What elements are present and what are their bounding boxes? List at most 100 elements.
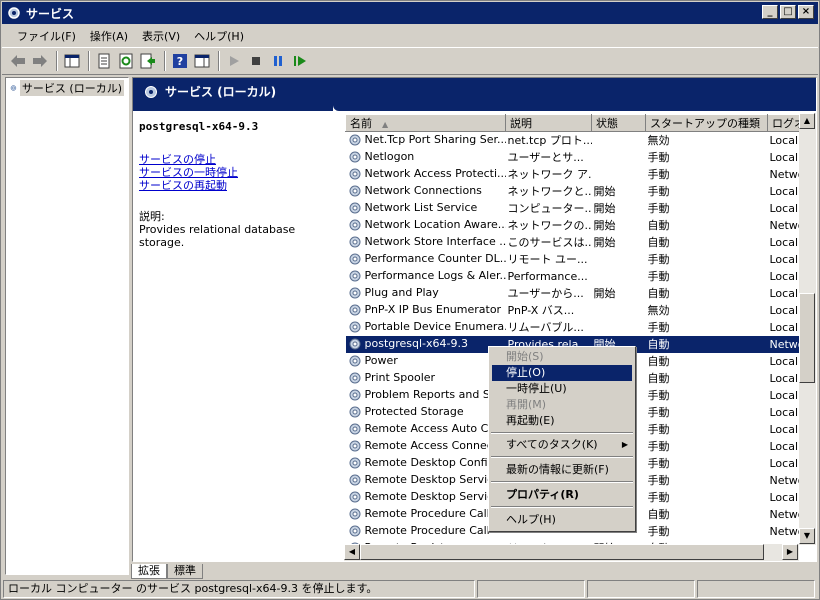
- cell-logon-text: Local: [769, 201, 799, 215]
- help-icon[interactable]: ?: [170, 51, 190, 71]
- cell-startup-type: 手動: [646, 421, 768, 438]
- service-info-panel: postgresql-x64-9.3 サービスの停止 サービスの一時停止 サービ…: [139, 120, 337, 249]
- cell-name: Network Access Protecti...: [346, 166, 506, 183]
- restart-service-link[interactable]: サービスの再起動: [139, 179, 337, 192]
- scroll-thumb[interactable]: [799, 293, 815, 383]
- stop-service-link[interactable]: サービスの停止: [139, 153, 337, 166]
- service-gear-icon: [349, 219, 360, 231]
- cell-name: Performance Counter DL...: [346, 251, 506, 268]
- menu-file[interactable]: ファイル(F): [10, 28, 83, 44]
- tab-extended[interactable]: 拡張: [131, 564, 167, 579]
- cell-logon-text: Local: [769, 439, 799, 453]
- ctx-start[interactable]: 開始(S): [492, 349, 632, 365]
- cell-description: ネットワーク ア...: [506, 166, 592, 183]
- cell-logon-text: Local: [769, 252, 799, 266]
- forward-arrow-icon[interactable]: [30, 51, 50, 71]
- table-row[interactable]: Performance Counter DL... リモート ユー... 手動 Loc…: [346, 251, 816, 268]
- back-arrow-icon[interactable]: [8, 51, 28, 71]
- ctx-restart[interactable]: 再起動(E): [492, 413, 632, 429]
- column-header-name[interactable]: 名前 ▲: [345, 114, 506, 132]
- menu-action[interactable]: 操作(A): [83, 28, 135, 44]
- table-row[interactable]: Netlogon ユーザーとサ... 手動 Local: [346, 149, 816, 166]
- cell-name: Plug and Play: [346, 285, 506, 302]
- menu-separator: [491, 481, 633, 483]
- menu-help[interactable]: ヘルプ(H): [187, 28, 251, 44]
- restart-service-icon[interactable]: [290, 51, 310, 71]
- maximize-button[interactable]: □: [780, 5, 796, 19]
- export-list-icon[interactable]: [138, 51, 158, 71]
- scroll-right-arrow-icon[interactable]: ▶: [782, 544, 798, 560]
- cell-name-text: Power: [364, 354, 398, 367]
- submenu-arrow-icon: ▶: [621, 440, 628, 449]
- horizontal-scrollbar[interactable]: ◀ ▶: [344, 544, 799, 561]
- menu-view[interactable]: 表示(V): [135, 28, 187, 44]
- scroll-thumb[interactable]: [360, 544, 764, 560]
- cell-description: リモート ユー...: [506, 251, 592, 268]
- console-tree-icon[interactable]: [62, 51, 82, 71]
- ctx-properties[interactable]: プロパティ(R): [492, 487, 632, 503]
- ctx-refresh[interactable]: 最新の情報に更新(F): [492, 462, 632, 478]
- cell-startup-type-text: 手動: [647, 423, 670, 436]
- cell-startup-type-text: 手動: [647, 406, 670, 419]
- details-header: サービス (ローカル): [133, 78, 816, 105]
- console-tree: サービス (ローカル): [5, 77, 129, 575]
- cell-name-text: Performance Counter DL...: [364, 252, 506, 265]
- scroll-down-arrow-icon[interactable]: ▼: [799, 528, 815, 544]
- table-row[interactable]: Network Access Protecti... ネットワーク ア... 手動 N…: [346, 166, 816, 183]
- cell-startup-type-text: 手動: [647, 270, 670, 283]
- tree-node-services-local[interactable]: サービス (ローカル): [6, 78, 128, 98]
- pause-service-icon[interactable]: [268, 51, 288, 71]
- context-menu: 開始(S) 停止(O) 一時停止(U) 再開(M) 再起動(E) すべてのタスク…: [488, 346, 636, 532]
- description-label: 説明:: [139, 210, 165, 223]
- pause-service-link[interactable]: サービスの一時停止: [139, 166, 337, 179]
- column-header-description[interactable]: 説明: [505, 114, 592, 132]
- menu-separator: [491, 506, 633, 508]
- ctx-help[interactable]: ヘルプ(H): [492, 512, 632, 528]
- service-gear-icon: [349, 423, 360, 435]
- close-button[interactable]: ×: [798, 5, 814, 19]
- ctx-all-tasks-label: すべてのタスク(K): [506, 438, 598, 451]
- properties-sheet-icon[interactable]: [94, 51, 114, 71]
- minimize-button[interactable]: _: [762, 5, 778, 19]
- cell-name-text: Remote Procedure Call: [364, 524, 490, 537]
- refresh-icon[interactable]: [116, 51, 136, 71]
- start-service-icon[interactable]: [224, 51, 244, 71]
- cell-name-text: Problem Reports and So: [364, 388, 497, 401]
- ctx-all-tasks[interactable]: すべてのタスク(K) ▶: [492, 437, 632, 453]
- cell-status: [592, 268, 646, 285]
- ctx-pause[interactable]: 一時停止(U): [492, 381, 632, 397]
- cell-description: コンピューター...: [506, 200, 592, 217]
- cell-startup-type-text: 手動: [647, 457, 670, 470]
- table-row[interactable]: Performance Logs & Aler... Performance...…: [346, 268, 816, 285]
- table-row[interactable]: Network Location Aware... ネットワークの... 開始 自動 N…: [346, 217, 816, 234]
- table-row[interactable]: PnP-X IP Bus Enumerator PnP-X バス... 無効 Loca…: [346, 302, 816, 319]
- table-row[interactable]: Network Store Interface ... このサービスは... 開始 自…: [346, 234, 816, 251]
- cell-name: Remote Procedure Call: [346, 506, 506, 523]
- cell-startup-type: 手動: [646, 166, 768, 183]
- table-row[interactable]: Network List Service コンピューター... 開始 手動 Local: [346, 200, 816, 217]
- table-row[interactable]: Net.Tcp Port Sharing Ser... net.tcp プロト..…: [346, 132, 816, 149]
- ctx-resume[interactable]: 再開(M): [492, 397, 632, 413]
- title-bar[interactable]: サービス _ □ ×: [2, 2, 818, 24]
- cell-name: Netlogon: [346, 149, 506, 166]
- cell-logon-text: Local: [769, 235, 799, 249]
- vertical-scrollbar[interactable]: ▲ ▼: [799, 113, 816, 545]
- column-header-startup-type[interactable]: スタートアップの種類: [645, 114, 768, 132]
- stop-service-icon[interactable]: [246, 51, 266, 71]
- tab-standard[interactable]: 標準: [167, 564, 203, 579]
- scroll-left-arrow-icon[interactable]: ◀: [344, 544, 360, 560]
- cell-logon-text: Local: [769, 184, 799, 198]
- scroll-up-arrow-icon[interactable]: ▲: [799, 113, 815, 129]
- column-header-status[interactable]: 状態: [591, 114, 646, 132]
- cell-description-text: ユーザーとサ...: [507, 151, 584, 164]
- service-gear-icon: [349, 236, 360, 248]
- table-row[interactable]: Portable Device Enumera... リムーバブル... 手動 Loc…: [346, 319, 816, 336]
- ctx-stop[interactable]: 停止(O): [492, 365, 632, 381]
- cell-name: Network Connections: [346, 183, 506, 200]
- table-row[interactable]: Plug and Play ユーザーから... 開始 自動 Local: [346, 285, 816, 302]
- header-band: [133, 105, 333, 111]
- toolbar-separator: [88, 51, 90, 71]
- table-row[interactable]: Network Connections ネットワークと... 開始 手動 Local: [346, 183, 816, 200]
- cell-startup-type-text: 手動: [647, 253, 670, 266]
- show-hide-action-pane-icon[interactable]: [192, 51, 212, 71]
